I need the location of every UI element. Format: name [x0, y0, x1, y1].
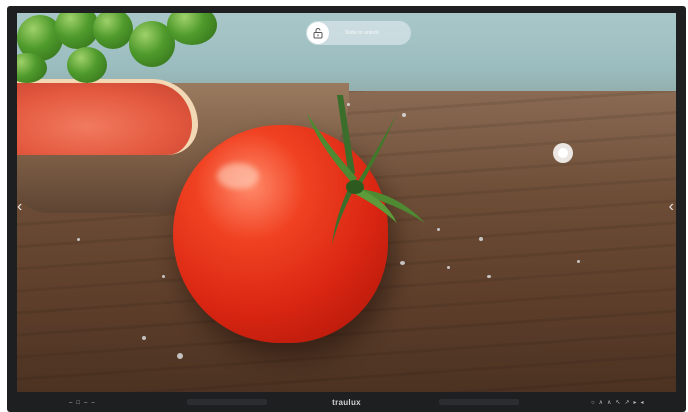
- display-frame: Slide to unlock ‹ ‹ – □ – – traulux ○ ∧ …: [7, 6, 686, 412]
- slide-to-unlock[interactable]: Slide to unlock: [306, 21, 411, 45]
- bezel-speaker-slot: [439, 399, 519, 405]
- bezel-button[interactable]: ◂: [641, 399, 644, 407]
- bezel-button[interactable]: ○: [591, 399, 595, 407]
- left-side-toolbar-arrow[interactable]: ‹: [17, 199, 22, 215]
- water-droplets: [17, 13, 676, 392]
- bezel-button[interactable]: ∧: [607, 399, 611, 407]
- bezel-right-controls: ○ ∧ ∧ ↖ ↗ ▸ ◂: [591, 399, 644, 407]
- bottom-bezel: – □ – – traulux ○ ∧ ∧ ↖ ↗ ▸ ◂: [7, 394, 686, 412]
- bezel-button[interactable]: ↗: [624, 399, 629, 407]
- wallpaper-image: [17, 13, 676, 392]
- bezel-button[interactable]: ↖: [615, 399, 620, 407]
- right-side-toolbar-arrow[interactable]: ‹: [669, 199, 674, 215]
- unlock-icon[interactable]: [307, 22, 329, 44]
- slide-to-unlock-label: Slide to unlock: [345, 30, 380, 36]
- floating-menu-button[interactable]: [553, 143, 573, 163]
- bezel-button[interactable]: ▸: [634, 399, 637, 407]
- lock-screen[interactable]: Slide to unlock ‹ ‹: [17, 13, 676, 392]
- bezel-button[interactable]: ∧: [599, 399, 603, 407]
- brand-logo: traulux: [332, 398, 361, 407]
